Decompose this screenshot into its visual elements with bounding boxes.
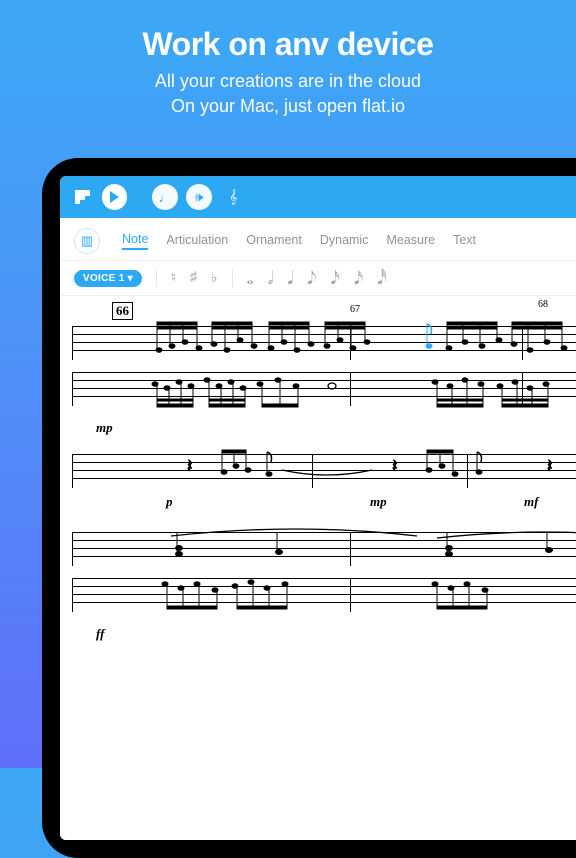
natural-button[interactable]: ♮ xyxy=(171,270,176,287)
dynamic-marking: mp xyxy=(370,494,387,510)
notation xyxy=(90,320,576,366)
app-screen: ⌄ ♩ 🕪 𝄞 ▥ Note Articulation Ornament Dyn… xyxy=(60,176,576,840)
tab-dynamic[interactable]: Dynamic xyxy=(320,233,369,249)
treble-staff xyxy=(72,532,576,566)
note-toolbar: VOICE 1 ▾ ♮ ♯ ♭ 𝅝 𝅗𝅥 𝅘𝅥 𝅘𝅥𝅮 𝅘𝅥𝅯 𝅘𝅥𝅯 𝅘𝅥𝅰 xyxy=(60,261,576,296)
play-icon xyxy=(110,191,119,203)
flat-logo-icon[interactable] xyxy=(72,186,94,208)
staff-system: mp xyxy=(72,326,576,406)
hero-subtitle-2: On your Mac, just open flat.io xyxy=(20,94,556,119)
notation xyxy=(90,572,576,618)
dynamic-marking: mf xyxy=(524,494,538,510)
metronome-icon[interactable]: ♩ xyxy=(152,184,178,210)
top-toolbar: ⌄ ♩ 🕪 𝄞 xyxy=(60,176,576,218)
half-note-button[interactable]: 𝅗𝅥 xyxy=(268,269,274,287)
voice-selector[interactable]: VOICE 1 ▾ xyxy=(74,270,142,287)
whole-note-button[interactable]: 𝅝 xyxy=(247,269,254,287)
staff-system: ff xyxy=(72,532,576,612)
sharp-button[interactable]: ♯ xyxy=(190,270,197,286)
tab-articulation[interactable]: Articulation xyxy=(166,233,228,249)
measure-number: 67 xyxy=(350,304,360,315)
tablet-frame: ⌄ ♩ 🕪 𝄞 ▥ Note Articulation Ornament Dyn… xyxy=(42,158,576,858)
tab-text[interactable]: Text xyxy=(453,233,476,249)
bass-staff xyxy=(72,372,576,406)
play-button[interactable] xyxy=(102,184,127,210)
bass-staff xyxy=(72,578,576,612)
chevron-down-icon[interactable]: ⌄ xyxy=(135,191,144,204)
palette-tabs: ▥ Note Articulation Ornament Dynamic Mea… xyxy=(60,218,576,261)
hero-subtitle-1: All your creations are in the cloud xyxy=(20,69,556,94)
eighth-note-button[interactable]: 𝅘𝅥𝅮 xyxy=(307,269,316,287)
tab-ornament[interactable]: Ornament xyxy=(246,233,302,249)
svg-text:𝄽: 𝄽 xyxy=(547,456,553,476)
score-canvas[interactable]: 66 67 68 xyxy=(60,296,576,840)
quarter-note-button[interactable]: 𝅘𝅥 xyxy=(287,269,293,287)
dynamic-marking: p xyxy=(166,494,173,510)
marketing-hero: Work on anv device All your creations ar… xyxy=(0,0,576,139)
notation: 𝄽 𝄽 xyxy=(90,448,576,494)
notation xyxy=(90,526,576,572)
thirtysecond-note-button[interactable]: 𝅘𝅥𝅰 xyxy=(377,269,386,287)
measure-number: 68 xyxy=(538,299,548,310)
svg-text:𝄽: 𝄽 xyxy=(392,456,398,476)
speaker-icon[interactable]: 🕪 xyxy=(186,184,212,210)
flat-button[interactable]: ♭ xyxy=(211,270,218,287)
sixteenth-note-button-2[interactable]: 𝅘𝅥𝅯 xyxy=(354,269,363,287)
treble-staff: 𝄽 𝄽 xyxy=(72,454,576,488)
rehearsal-mark: 66 xyxy=(112,302,133,320)
hero-title: Work on anv device xyxy=(20,26,556,63)
tab-note[interactable]: Note xyxy=(122,232,148,250)
separator xyxy=(232,269,233,287)
tab-measure[interactable]: Measure xyxy=(386,233,435,249)
notation xyxy=(90,366,576,412)
dynamic-marking: ff xyxy=(96,626,104,642)
voice-label: VOICE 1 xyxy=(83,273,125,284)
sixteenth-note-button[interactable]: 𝅘𝅥𝅯 xyxy=(331,269,340,287)
staff-system: 𝄽 𝄽 xyxy=(72,454,576,488)
keyboard-icon[interactable]: ▥ xyxy=(74,228,100,254)
caret-down-icon: ▾ xyxy=(128,273,133,284)
separator xyxy=(156,269,157,287)
dynamic-marking: mp xyxy=(96,420,113,436)
svg-text:𝄽: 𝄽 xyxy=(187,456,193,476)
tuning-icon[interactable]: 𝄞 xyxy=(220,184,246,210)
treble-staff xyxy=(72,326,576,360)
